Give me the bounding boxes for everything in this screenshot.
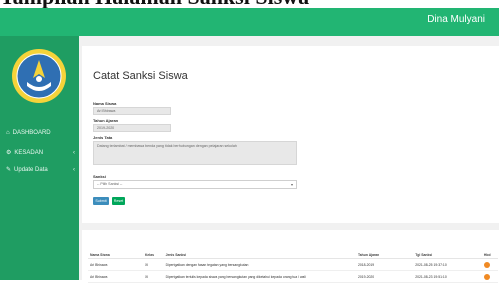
sanction-form-panel: Catat Sanksi Siswa Nama Siswa Ari Bhiraw… xyxy=(82,46,499,223)
sidebar-item-kesadan[interactable]: ⚙ KESADAN ‹ xyxy=(0,146,79,160)
sidebar-item-dashboard[interactable]: ⌂ DASHBOARD xyxy=(0,126,79,140)
chevron-left-icon: ‹ xyxy=(73,167,75,173)
column-header: Jenis Sanksi xyxy=(163,251,356,259)
column-header: Hbd xyxy=(481,251,498,259)
table-cell: XI xyxy=(142,258,164,271)
sidebar-item-label: KESADAN xyxy=(14,150,44,156)
table-cell: Dipertgatkan tertulis kepada siswa yang … xyxy=(163,270,356,283)
table-cell xyxy=(481,270,498,283)
submit-button[interactable]: Submit xyxy=(93,197,109,205)
table-cell: 2018-2019 xyxy=(355,258,414,271)
sanksi-select[interactable]: -- Pilih Sanksi -- ▾ xyxy=(93,180,297,189)
column-header: Nama Siswa xyxy=(88,251,143,259)
table-cell: 2019-2020 xyxy=(355,270,414,283)
pencil-icon: ✎ xyxy=(6,167,12,173)
home-icon: ⌂ xyxy=(6,130,10,136)
sanksi-select-value: -- Pilih Sanksi -- xyxy=(97,182,123,186)
sanksi-label: Sanksi xyxy=(93,174,106,179)
settings-icon: ⚙ xyxy=(6,150,12,156)
tahun-ajaran-field[interactable]: 2019-2020 xyxy=(93,124,171,132)
chevron-down-icon: ▾ xyxy=(290,182,293,187)
jenis-tata-label: Jenis Tata xyxy=(93,135,113,140)
user-name[interactable]: Dina Mulyani xyxy=(427,14,485,25)
sidebar-item-label: DASHBOARD xyxy=(12,130,51,136)
page-title: Catat Sanksi Siswa xyxy=(93,70,188,82)
reset-button[interactable]: Reset xyxy=(112,197,125,205)
sanction-history-table: Nama Siswa Kelas Jenis Sanksi Tahun Ajar… xyxy=(88,251,498,283)
nama-siswa-label: Nama Siswa xyxy=(93,101,117,106)
tahun-ajaran-label: Tahun Ajaran xyxy=(93,118,119,123)
school-logo xyxy=(12,49,66,103)
delete-icon[interactable] xyxy=(483,261,490,268)
sidebar-item-label: Update Data xyxy=(14,167,48,173)
sidebar-item-update-data[interactable]: ✎ Update Data ‹ xyxy=(0,163,79,177)
nama-siswa-field[interactable]: Ari Bhirawa xyxy=(93,107,171,115)
table-row: Ari Bhirawa XI Dipertgatkan tertulis kep… xyxy=(88,270,498,283)
table-cell: XI xyxy=(142,270,164,283)
table-cell xyxy=(481,258,498,271)
chevron-left-icon: ‹ xyxy=(73,150,75,156)
column-header: Tahun Ajaran xyxy=(355,251,414,259)
document-heading: Tampilan Halaman Sanksi Siswa xyxy=(0,0,499,8)
delete-icon[interactable] xyxy=(483,273,490,280)
table-header-row: Nama Siswa Kelas Jenis Sanksi Tahun Ajar… xyxy=(88,251,498,259)
table-row: Ari Bhirawa XI Dipertgatkan dengan fasan… xyxy=(88,258,498,271)
table-cell: 2021-08-25 19:37:10 xyxy=(413,258,482,271)
top-navbar: Dina Mulyani xyxy=(0,8,499,36)
table-cell: Ari Bhirawa xyxy=(88,258,143,271)
table-cell: Ari Bhirawa xyxy=(88,270,143,283)
column-header: Tgl Sanksi xyxy=(413,251,482,259)
table-cell: 2021-08-23 19:51:10 xyxy=(413,270,482,283)
column-header: Kelas xyxy=(142,251,164,259)
jenis-tata-textarea[interactable]: Datang terlambat / membawa benda yang ti… xyxy=(93,141,297,165)
table-cell: Dipertgatkan dengan fasan tegatan yang b… xyxy=(163,258,356,271)
history-panel: Nama Siswa Kelas Jenis Sanksi Tahun Ajar… xyxy=(82,230,499,283)
main-content: Catat Sanksi Siswa Nama Siswa Ari Bhiraw… xyxy=(79,36,499,283)
sidebar: ⌂ DASHBOARD ⚙ KESADAN ‹ ✎ Update Data ‹ xyxy=(0,36,79,280)
